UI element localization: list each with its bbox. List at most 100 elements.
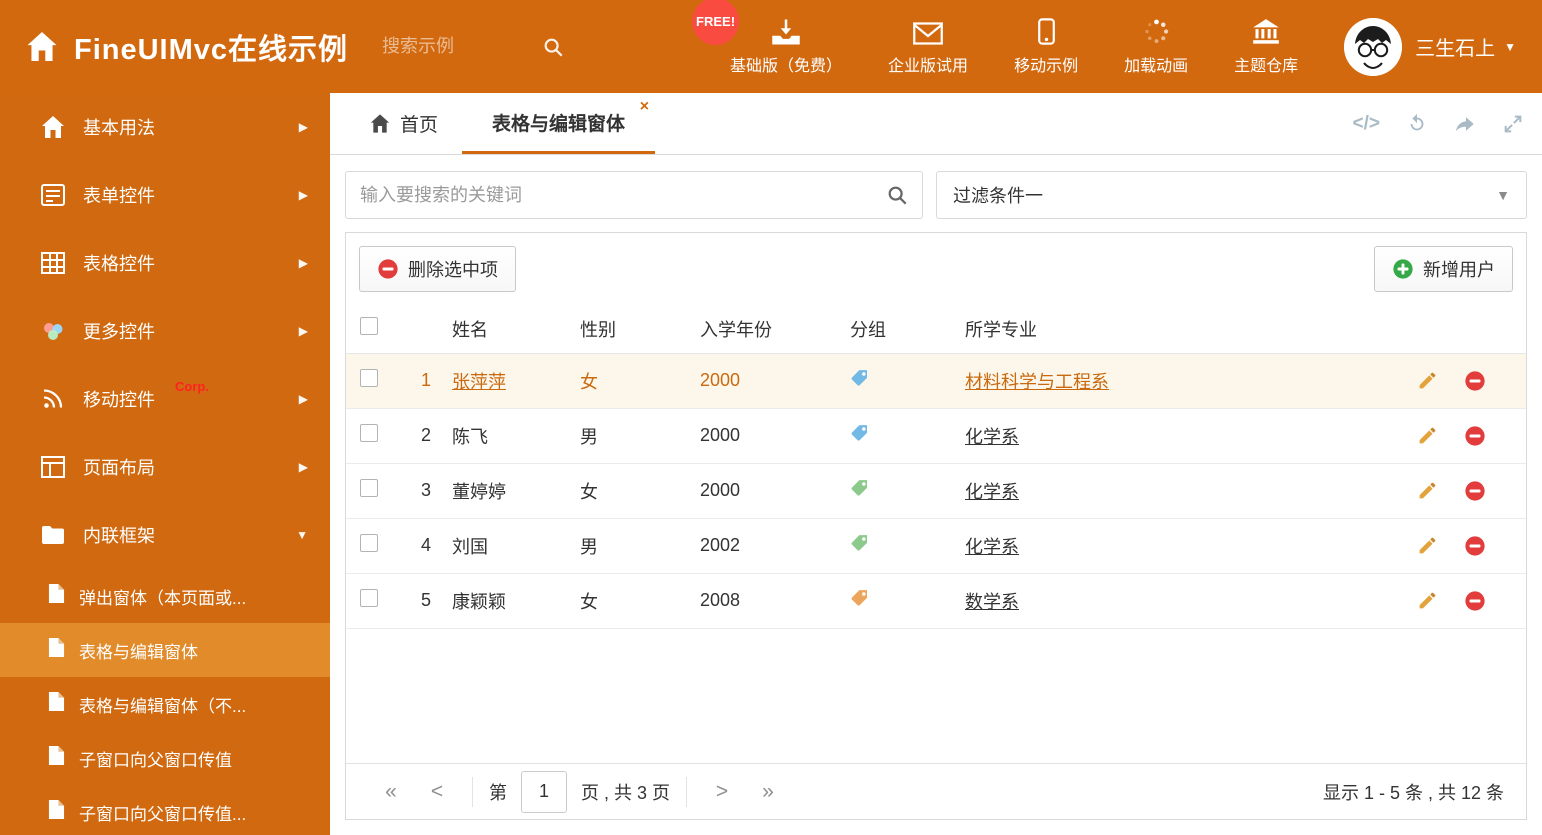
search-icon[interactable]	[542, 36, 564, 58]
mobile-icon	[1037, 17, 1055, 45]
sidebar-item-mobile-controls[interactable]: 移动控件 Corp. ▶	[0, 365, 330, 433]
edit-icon[interactable]	[1417, 480, 1438, 501]
next-page-icon[interactable]: >	[699, 780, 745, 804]
chevron-right-icon: ▶	[298, 256, 308, 270]
grid-toolbar: 删除选中项 新增用户	[346, 233, 1526, 305]
nav-item-label: 移动示例	[1014, 58, 1079, 75]
year-cell: 2002	[694, 518, 844, 574]
major-link[interactable]: 数学系	[965, 592, 1019, 612]
nav-item-loading-animation[interactable]: 加载动画	[1124, 17, 1188, 76]
divider	[472, 776, 473, 807]
nav-item-label: 企业版试用	[888, 58, 969, 75]
major-link[interactable]: 材料科学与工程系	[965, 372, 1109, 392]
filter-dropdown-value: 过滤条件一	[953, 186, 1043, 206]
last-page-icon[interactable]: »	[745, 780, 791, 804]
chevron-right-icon: ▶	[298, 324, 308, 338]
major-link[interactable]: 化学系	[965, 427, 1019, 447]
source-code-icon[interactable]: </>	[1353, 113, 1380, 135]
page-suffix: 页 , 共 3 页	[581, 782, 671, 803]
delete-selected-button[interactable]: 删除选中项	[359, 246, 516, 292]
tab-home[interactable]: 首页	[346, 93, 462, 154]
envelope-icon	[913, 17, 943, 45]
name-link[interactable]: 董婷婷	[452, 482, 506, 502]
sidebar-subitem-child-to-parent-2[interactable]: 子窗口向父窗口传值...	[0, 785, 330, 835]
tag-icon	[850, 478, 870, 498]
chevron-down-icon: ▼	[1496, 187, 1510, 203]
divider	[686, 776, 688, 807]
plus-circle-icon	[1392, 258, 1414, 280]
add-user-button[interactable]: 新增用户	[1374, 246, 1513, 292]
header-search-input[interactable]	[382, 36, 543, 57]
delete-icon[interactable]	[1464, 425, 1486, 447]
row-checkbox[interactable]	[360, 424, 378, 442]
page-number-input[interactable]	[521, 770, 567, 813]
sidebar-subitem-label: 弹出窗体（本页面或...	[79, 588, 247, 608]
home-logo-icon[interactable]	[26, 32, 58, 61]
chevron-right-icon: ▶	[298, 460, 308, 474]
row-number: 3	[406, 463, 446, 519]
nav-item-mobile-demo[interactable]: 移动示例	[1014, 17, 1078, 76]
first-page-icon[interactable]: «	[368, 780, 414, 804]
name-link[interactable]: 康颖颖	[452, 592, 506, 612]
select-all-checkbox[interactable]	[360, 317, 378, 336]
sidebar-item-label: 移动控件	[83, 390, 155, 410]
search-icon[interactable]	[886, 184, 908, 206]
fullscreen-icon[interactable]	[1502, 113, 1524, 135]
keyword-search-box	[345, 171, 923, 219]
sidebar-item-grid-controls[interactable]: 表格控件 ▶	[0, 229, 330, 297]
edit-icon[interactable]	[1417, 590, 1438, 611]
content-area: 过滤条件一 ▼ 删除选中项 新增用户	[330, 155, 1542, 835]
user-name: 三生石上	[1415, 38, 1496, 60]
sidebar-subitem-child-to-parent[interactable]: 子窗口向父窗口传值	[0, 731, 330, 785]
major-link[interactable]: 化学系	[965, 537, 1019, 557]
minus-circle-icon	[377, 258, 399, 280]
row-checkbox[interactable]	[360, 589, 378, 607]
delete-icon[interactable]	[1464, 480, 1486, 502]
row-checkbox[interactable]	[360, 479, 378, 497]
nav-item-enterprise-trial[interactable]: 企业版试用	[888, 17, 968, 76]
prev-page-icon[interactable]: <	[414, 780, 460, 804]
name-link[interactable]: 刘国	[452, 537, 488, 557]
user-menu[interactable]: 三生石上 ▼	[1415, 32, 1516, 61]
edit-icon[interactable]	[1417, 535, 1438, 556]
share-arrow-icon[interactable]	[1454, 113, 1476, 135]
sidebar: 基本用法 ▶ 表单控件 ▶ 表格控件 ▶ 更多控件 ▶ 移动控件 Corp. ▶…	[0, 93, 330, 835]
nav-item-theme-store[interactable]: 主题仓库	[1234, 17, 1298, 76]
bank-icon	[1252, 17, 1280, 45]
layout-icon	[40, 456, 66, 478]
row-checkbox[interactable]	[360, 534, 378, 552]
sidebar-subitem-label: 子窗口向父窗口传值...	[79, 804, 247, 824]
sidebar-subitem-grid-edit-window-2[interactable]: 表格与编辑窗体（不...	[0, 677, 330, 731]
sidebar-subitem-popup-window[interactable]: 弹出窗体（本页面或...	[0, 569, 330, 623]
sidebar-subitem-label: 表格与编辑窗体	[79, 642, 198, 662]
close-icon[interactable]: ×	[640, 99, 649, 115]
delete-icon[interactable]	[1464, 535, 1486, 557]
sidebar-item-label: 更多控件	[83, 322, 155, 342]
major-link[interactable]: 化学系	[965, 482, 1019, 502]
name-link[interactable]: 陈飞	[452, 427, 488, 447]
sidebar-item-page-layout[interactable]: 页面布局 ▶	[0, 433, 330, 501]
sidebar-subitem-grid-edit-window[interactable]: 表格与编辑窗体	[0, 623, 330, 677]
sidebar-item-form-controls[interactable]: 表单控件 ▶	[0, 161, 330, 229]
house-icon	[40, 116, 66, 138]
keyword-search-input[interactable]	[360, 184, 886, 206]
tab-grid-edit-window[interactable]: 表格与编辑窗体 ×	[462, 93, 656, 154]
user-avatar[interactable]	[1344, 17, 1403, 76]
delete-icon[interactable]	[1464, 370, 1486, 392]
edit-icon[interactable]	[1417, 370, 1438, 391]
refresh-icon[interactable]	[1406, 113, 1428, 135]
row-checkbox[interactable]	[360, 369, 378, 387]
nav-item-label: 加载动画	[1124, 58, 1189, 75]
sidebar-item-more-controls[interactable]: 更多控件 ▶	[0, 297, 330, 365]
sidebar-item-iframe[interactable]: 内联框架 ▼	[0, 501, 330, 569]
delete-icon[interactable]	[1464, 590, 1486, 612]
sidebar-item-label: 内联框架	[83, 526, 155, 546]
sidebar-item-label: 基本用法	[83, 118, 155, 138]
sidebar-item-basic-usage[interactable]: 基本用法 ▶	[0, 93, 330, 161]
row-number: 1	[406, 353, 446, 409]
edit-icon[interactable]	[1417, 425, 1438, 446]
nav-item-basic-free[interactable]: FREE! 基础版（免费）	[692, 0, 842, 76]
filter-dropdown[interactable]: 过滤条件一 ▼	[936, 171, 1527, 219]
free-badge: FREE!	[692, 0, 740, 45]
name-link[interactable]: 张萍萍	[452, 372, 506, 392]
